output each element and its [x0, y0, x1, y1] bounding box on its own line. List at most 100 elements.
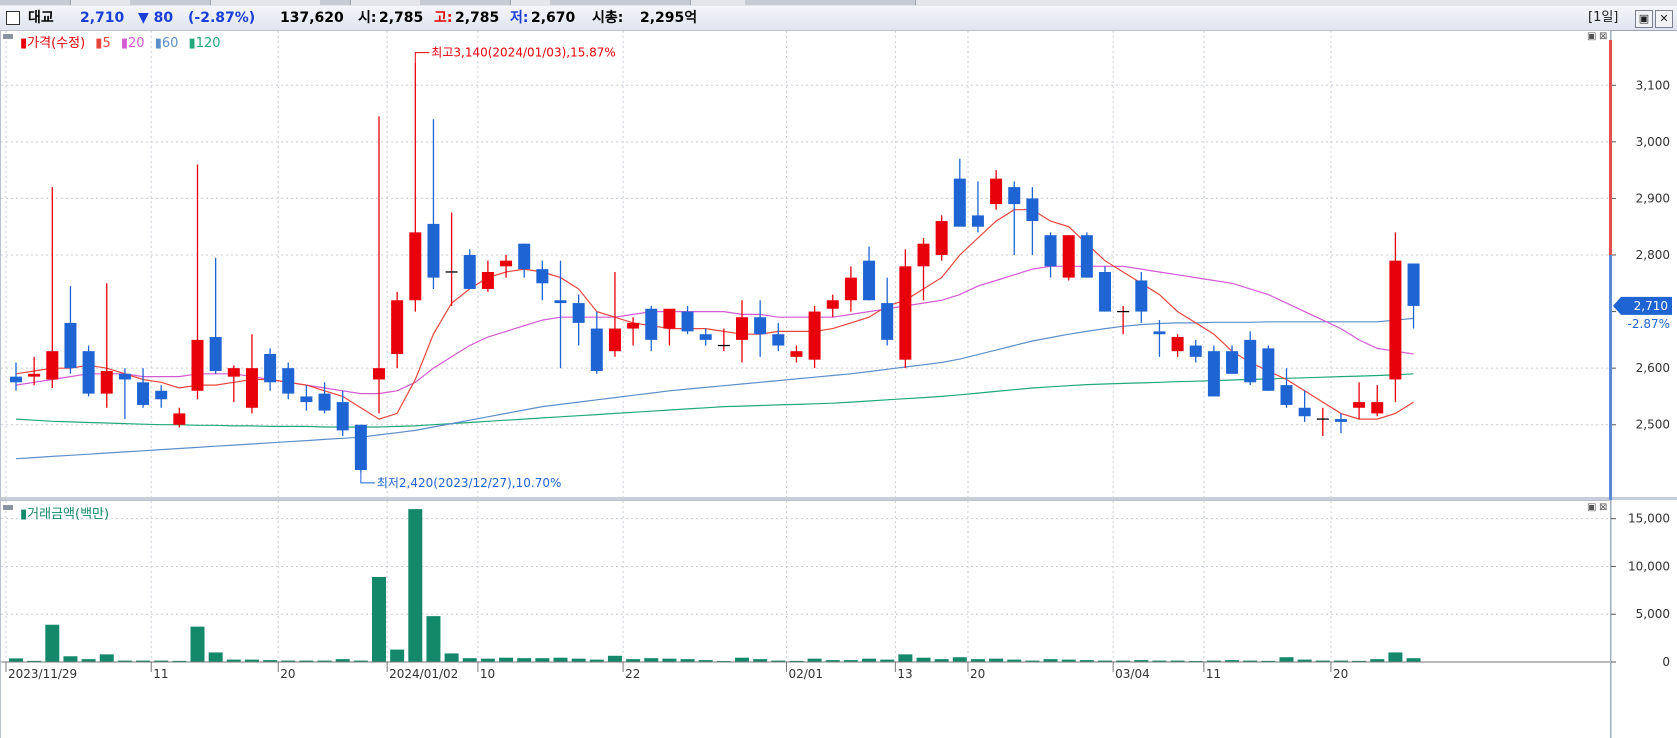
candle-body[interactable] — [1407, 263, 1420, 306]
candle-body[interactable] — [772, 334, 785, 346]
volume-bar[interactable] — [426, 616, 441, 662]
candle-body[interactable] — [917, 243, 930, 267]
candle-body[interactable] — [282, 368, 295, 394]
candle-body[interactable] — [699, 334, 712, 340]
candle-body[interactable] — [1044, 235, 1057, 267]
panel-close-icon[interactable]: ⊠ — [1599, 31, 1607, 42]
candle-body[interactable] — [1244, 339, 1257, 383]
volume-bar[interactable] — [444, 653, 459, 662]
candle-body[interactable] — [736, 317, 748, 340]
candle-body[interactable] — [100, 370, 113, 394]
stock-chart[interactable]: ▮가격(수정) ▮5 ▮20 ▮60 ▮120 ▣ ⊠ ▮거래금액(백만) ▣ … — [0, 30, 1677, 738]
candle-body[interactable] — [1135, 280, 1148, 312]
candle-body[interactable] — [209, 337, 222, 371]
candle-body[interactable] — [318, 393, 331, 411]
volume-bar[interactable] — [390, 649, 405, 662]
volume-bar[interactable] — [735, 657, 749, 662]
volume-bar[interactable] — [535, 658, 550, 662]
volume-bar[interactable] — [499, 657, 514, 662]
candle-body[interactable] — [245, 368, 258, 408]
candle-body[interactable] — [191, 339, 204, 391]
volume-bar[interactable] — [9, 658, 23, 662]
window-tab[interactable] — [320, 0, 351, 5]
candle-body[interactable] — [645, 308, 658, 340]
volume-bar[interactable] — [571, 658, 586, 662]
candle-body[interactable] — [572, 303, 585, 323]
candle-body[interactable] — [1153, 331, 1166, 335]
candle-body[interactable] — [1262, 348, 1275, 391]
candle-body[interactable] — [1207, 351, 1220, 397]
candle-body[interactable] — [1062, 235, 1075, 278]
candle-body[interactable] — [608, 328, 621, 352]
candle-body[interactable] — [118, 373, 131, 380]
candle-body[interactable] — [391, 300, 404, 355]
candle-body[interactable] — [173, 413, 186, 425]
panel-minimize-icon[interactable]: ▣ — [1587, 502, 1596, 513]
volume-bar[interactable] — [916, 657, 931, 662]
candle-body[interactable] — [82, 351, 95, 394]
volume-bar[interactable] — [63, 656, 78, 662]
volume-bar[interactable] — [372, 576, 386, 662]
candle-body[interactable] — [844, 277, 857, 301]
candle-body[interactable] — [227, 368, 240, 377]
candle-body[interactable] — [300, 396, 313, 403]
candle-body[interactable] — [46, 351, 59, 380]
candle-body[interactable] — [663, 308, 676, 329]
volume-bar[interactable] — [1279, 657, 1294, 662]
volume-bar[interactable] — [644, 658, 659, 662]
panel-handle-icon[interactable] — [3, 34, 13, 39]
candle-body[interactable] — [264, 354, 277, 383]
candle-body[interactable] — [1080, 235, 1093, 278]
candle-body[interactable] — [1298, 407, 1311, 417]
candle-body[interactable] — [554, 300, 567, 304]
candle-body[interactable] — [826, 300, 839, 309]
volume-bar[interactable] — [1388, 652, 1403, 662]
window-tab[interactable] — [130, 0, 211, 5]
price-panel[interactable] — [0, 30, 1611, 500]
candle-body[interactable] — [681, 311, 694, 332]
volume-bar[interactable] — [553, 657, 568, 662]
candle-body[interactable] — [481, 271, 494, 289]
candle-body[interactable] — [28, 373, 41, 377]
candle-body[interactable] — [1171, 337, 1184, 352]
candle-body[interactable] — [1099, 271, 1111, 312]
candle-body[interactable] — [373, 368, 385, 380]
candle-body[interactable] — [881, 303, 894, 340]
select-checkbox[interactable] — [6, 11, 20, 25]
candle-body[interactable] — [500, 260, 513, 267]
panel-close-icon[interactable]: ⊠ — [1599, 502, 1607, 513]
candle-body[interactable] — [518, 243, 531, 270]
volume-panel[interactable] — [0, 500, 1611, 738]
candle-body[interactable] — [808, 311, 821, 360]
candle-body[interactable] — [409, 232, 422, 301]
panel-divider[interactable] — [1, 497, 1677, 500]
candle-body[interactable] — [1280, 385, 1293, 405]
candle-body[interactable] — [953, 178, 966, 227]
volume-bar[interactable] — [190, 626, 205, 662]
candle-body[interactable] — [1008, 187, 1021, 205]
candle-body[interactable] — [1334, 419, 1347, 422]
window-tab[interactable] — [0, 0, 71, 5]
volume-bar[interactable] — [480, 658, 495, 662]
panel-minimize-icon[interactable]: ▣ — [1587, 31, 1596, 42]
candle-body[interactable] — [155, 390, 168, 400]
volume-bar[interactable] — [898, 654, 913, 662]
candle-body[interactable] — [899, 266, 912, 360]
volume-bar[interactable] — [989, 658, 1004, 662]
stock-name[interactable]: 대교 — [28, 6, 54, 30]
volume-bar[interactable] — [807, 658, 822, 662]
period-selector[interactable]: [1일] — [1588, 6, 1618, 30]
candle-body[interactable] — [536, 269, 549, 284]
candle-body[interactable] — [336, 402, 349, 431]
candle-body[interactable] — [1026, 198, 1039, 222]
close-icon[interactable]: ✕ — [1655, 10, 1673, 28]
candle-body[interactable] — [1226, 351, 1239, 374]
candle-body[interactable] — [137, 382, 150, 405]
volume-bar[interactable] — [462, 658, 477, 662]
maximize-icon[interactable]: ▣ — [1635, 10, 1653, 28]
candle-body[interactable] — [463, 255, 476, 289]
volume-bar[interactable] — [862, 658, 877, 662]
candle-body[interactable] — [1353, 402, 1366, 408]
candle-body[interactable] — [1389, 260, 1402, 380]
window-tab[interactable] — [420, 0, 511, 5]
